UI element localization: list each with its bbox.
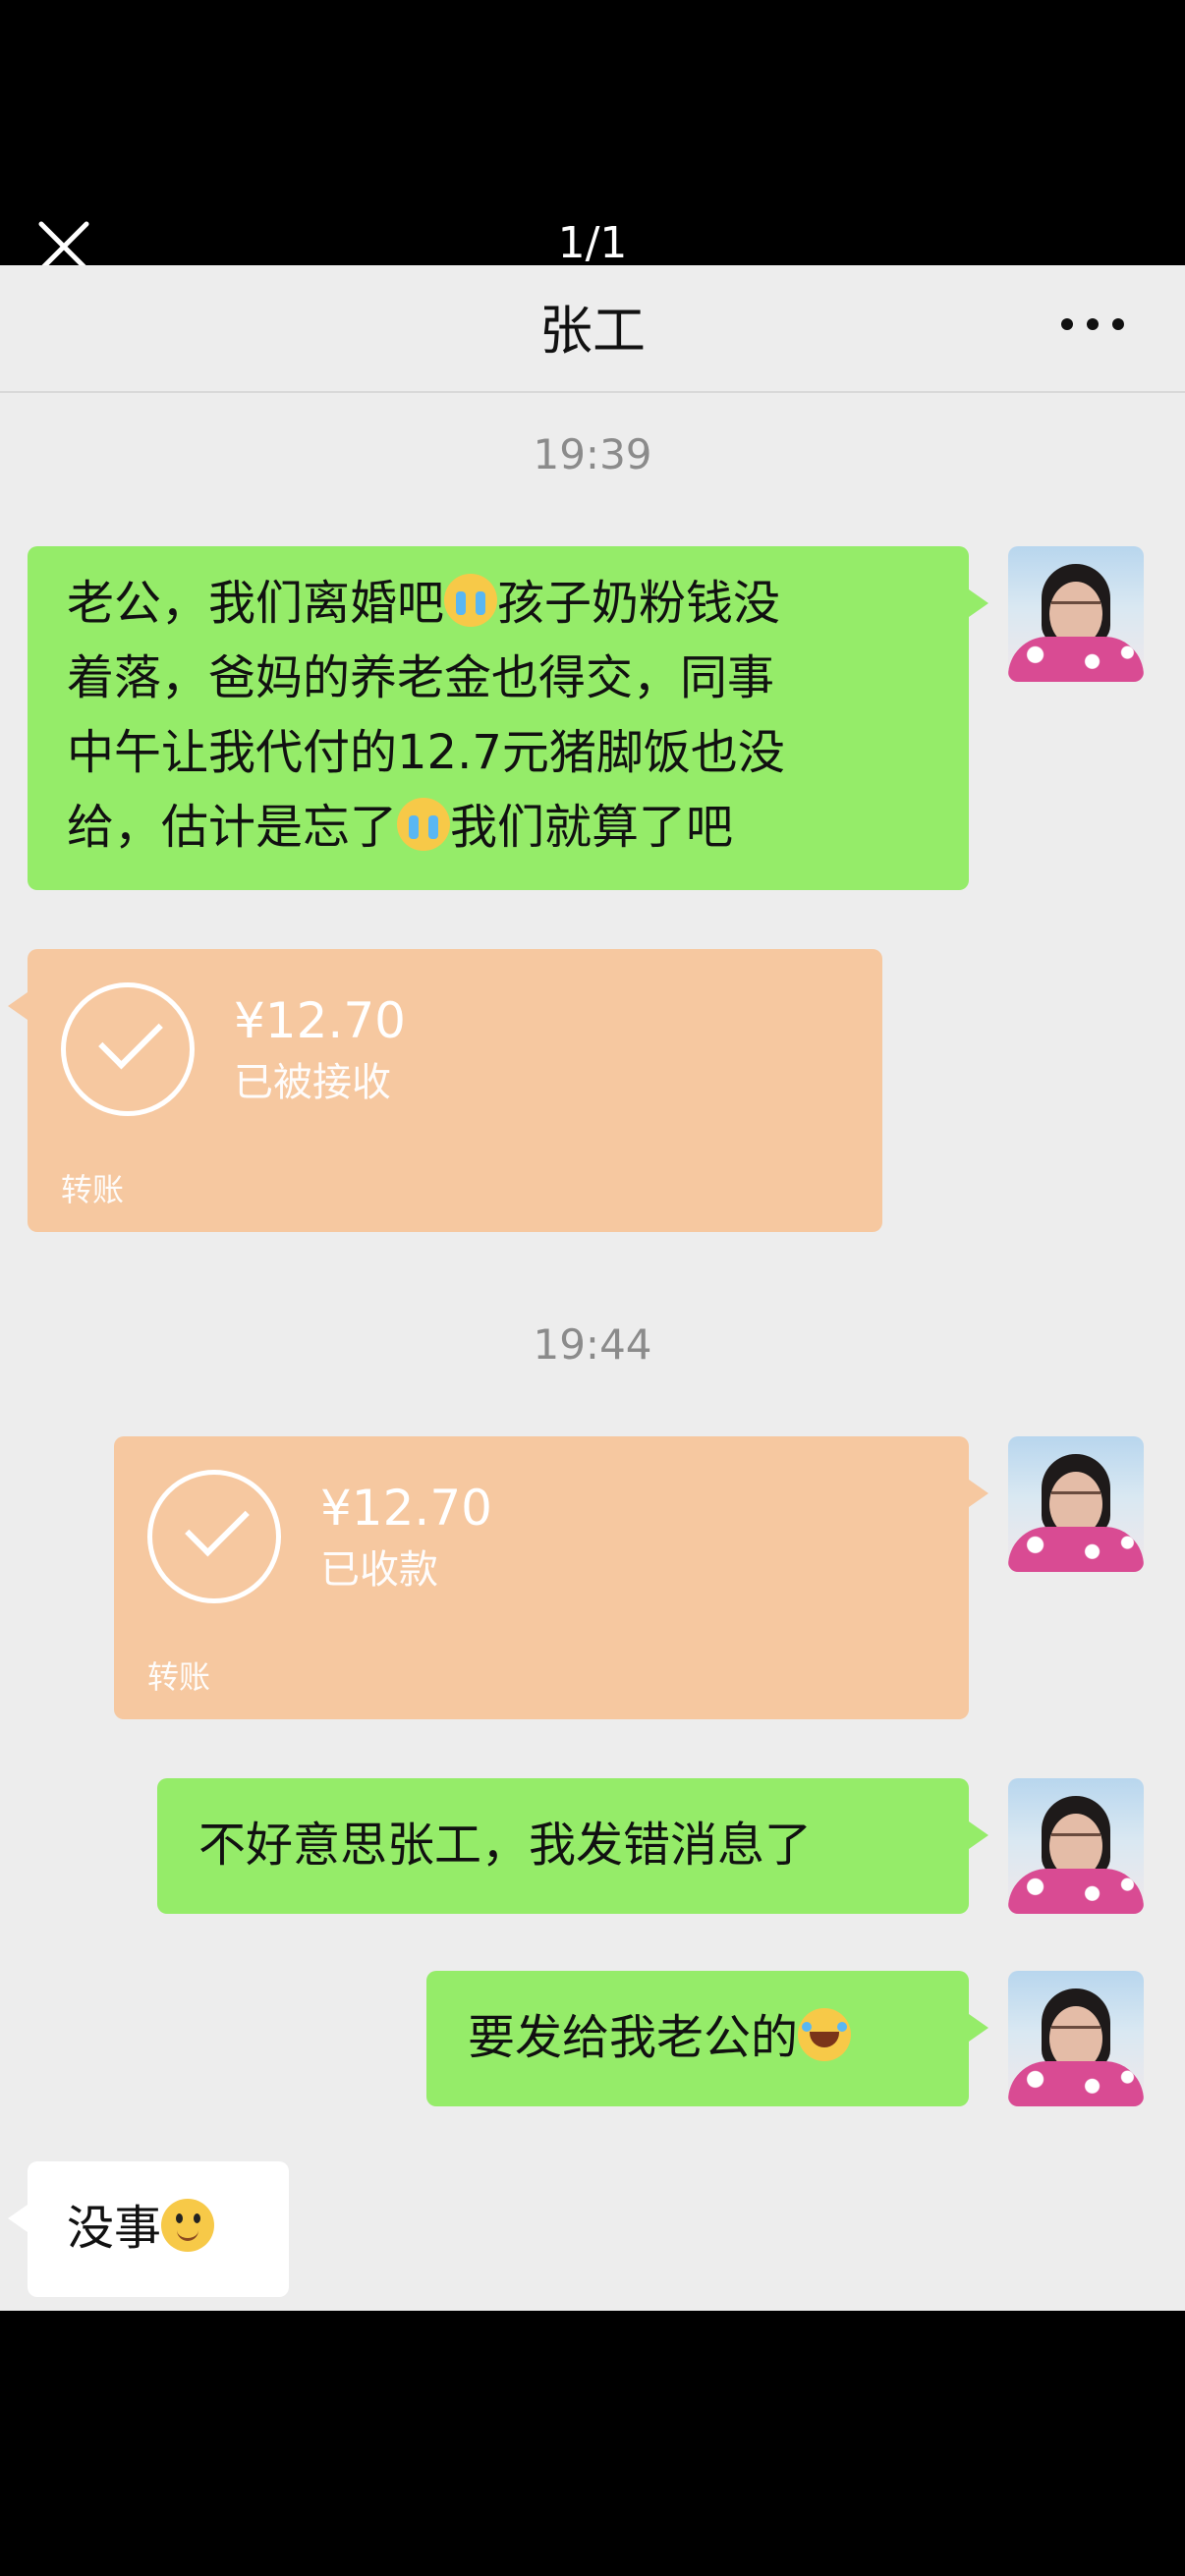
smiling-emoji-icon [161, 2199, 215, 2252]
viewer-bottom-bar [0, 2311, 1185, 2576]
message-text-line: 给，估计是忘了 我们就算了吧 [67, 798, 734, 855]
laughing-crying-emoji-icon [798, 2008, 852, 2061]
user-avatar[interactable] [1008, 1436, 1144, 1572]
message-text: 不好意思张工，我发错消息了 [198, 1818, 813, 1873]
message-timestamp: 19:39 [533, 430, 652, 478]
transfer-status: 已收款 [320, 1547, 438, 1593]
user-avatar[interactable] [1008, 546, 1144, 682]
message-bubble-divorce[interactable]: 老公，我们离婚吧 孩子奶粉钱没 着落，爸妈的养老金也得交，同事 中午让我代付的12… [28, 546, 988, 890]
viewer-top-bar: 1/1 [0, 0, 1185, 272]
message-text-line: 着落，爸妈的养老金也得交，同事 [67, 650, 775, 705]
more-dots-icon[interactable] [1061, 314, 1124, 334]
user-avatar[interactable] [1008, 1778, 1144, 1914]
check-icon [61, 982, 195, 1116]
page-indicator: 1/1 [557, 218, 628, 268]
message-bubble-mistake[interactable]: 不好意思张工，我发错消息了 [157, 1778, 988, 1914]
transfer-amount: ¥12.70 [234, 992, 406, 1049]
transfer-label: 转账 [147, 1658, 211, 1696]
transfer-label: 转账 [61, 1171, 125, 1208]
chat-title: 张工 [539, 300, 646, 362]
chat-header: 张工 [0, 265, 1185, 393]
message-bubble-reply[interactable]: 没事 [8, 2161, 289, 2297]
crying-emoji-icon [397, 798, 451, 851]
transfer-status: 已被接收 [234, 1060, 391, 1105]
user-avatar[interactable] [1008, 1971, 1144, 2106]
message-text-line: 没事 [67, 2191, 250, 2266]
crying-emoji-icon [444, 574, 498, 627]
transfer-amount: ¥12.70 [320, 1480, 492, 1537]
message-text-line: 老公，我们离婚吧 孩子奶粉钱没 [67, 574, 781, 631]
chat-screenshot: 张工 19:39 老公，我们离婚吧 孩子奶粉钱没 着落，爸妈的养老金也得交，同事 … [0, 265, 1185, 2311]
paid-transfer-card[interactable]: ¥12.70 已收款 转账 [114, 1436, 988, 1719]
check-icon [147, 1470, 281, 1603]
message-text-line: 中午让我代付的12.7元猪脚饭也没 [67, 725, 785, 780]
received-transfer-card[interactable]: ¥12.70 已被接收 转账 [8, 949, 882, 1232]
message-bubble-husband[interactable]: 要发给我老公的 [426, 1971, 988, 2106]
message-text-line: 要发给我老公的 [468, 2000, 928, 2075]
message-timestamp: 19:44 [533, 1320, 652, 1369]
